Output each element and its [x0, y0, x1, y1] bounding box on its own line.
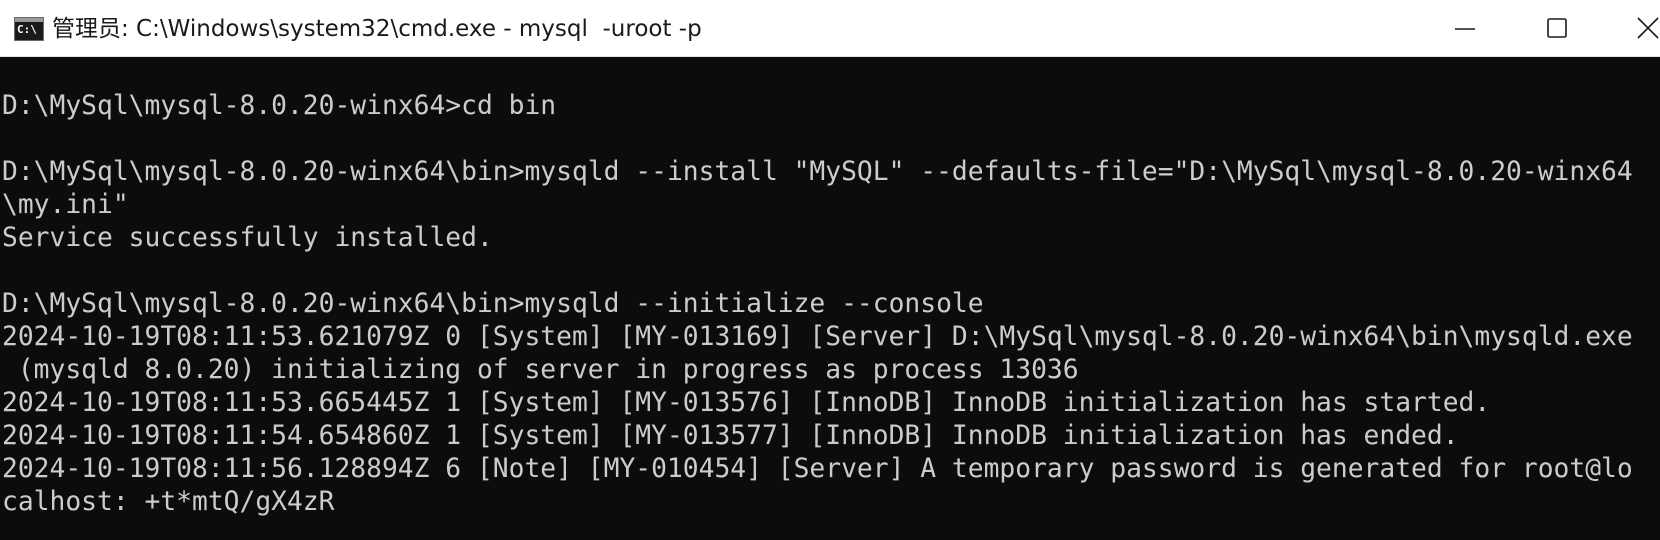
close-button[interactable]: [1600, 0, 1660, 56]
icon-label: C:\: [17, 23, 37, 36]
terminal-line: 2024-10-19T08:11:53.665445Z 1 [System] […: [2, 388, 1491, 418]
maximize-button[interactable]: [1510, 0, 1600, 56]
cmd-window: C:\ 管理员: C:\Windows\system32\cmd.exe - m…: [0, 0, 1660, 540]
minimize-icon: [1455, 28, 1475, 30]
terminal-line: calhost: +t*mtQ/gX4zR: [2, 487, 335, 517]
maximize-icon: [1547, 18, 1567, 38]
icon-topbar: [15, 18, 43, 22]
terminal-line: D:\MySql\mysql-8.0.20-winx64\bin>mysqld …: [2, 289, 984, 319]
terminal-line: 2024-10-19T08:11:54.654860Z 1 [System] […: [2, 421, 1459, 451]
title-bar[interactable]: C:\ 管理员: C:\Windows\system32\cmd.exe - m…: [0, 0, 1660, 57]
terminal-output[interactable]: D:\MySql\mysql-8.0.20-winx64>cd bin D:\M…: [0, 57, 1660, 540]
minimize-button[interactable]: [1420, 0, 1510, 56]
terminal-line: (mysqld 8.0.20) initializing of server i…: [2, 355, 1079, 385]
close-icon: [1637, 17, 1659, 39]
terminal-line: D:\MySql\mysql-8.0.20-winx64>cd bin: [2, 91, 557, 121]
window-title: 管理员: C:\Windows\system32\cmd.exe - mysql…: [52, 16, 702, 42]
cmd-console-icon[interactable]: C:\: [14, 17, 44, 41]
terminal-line: \my.ini": [2, 190, 129, 220]
terminal-line: Service successfully installed.: [2, 223, 493, 253]
terminal-line: 2024-10-19T08:11:56.128894Z 6 [Note] [MY…: [2, 454, 1633, 484]
terminal-line: D:\MySql\mysql-8.0.20-winx64\bin>mysqld …: [2, 157, 1633, 187]
terminal-line: 2024-10-19T08:11:53.621079Z 0 [System] […: [2, 322, 1633, 352]
